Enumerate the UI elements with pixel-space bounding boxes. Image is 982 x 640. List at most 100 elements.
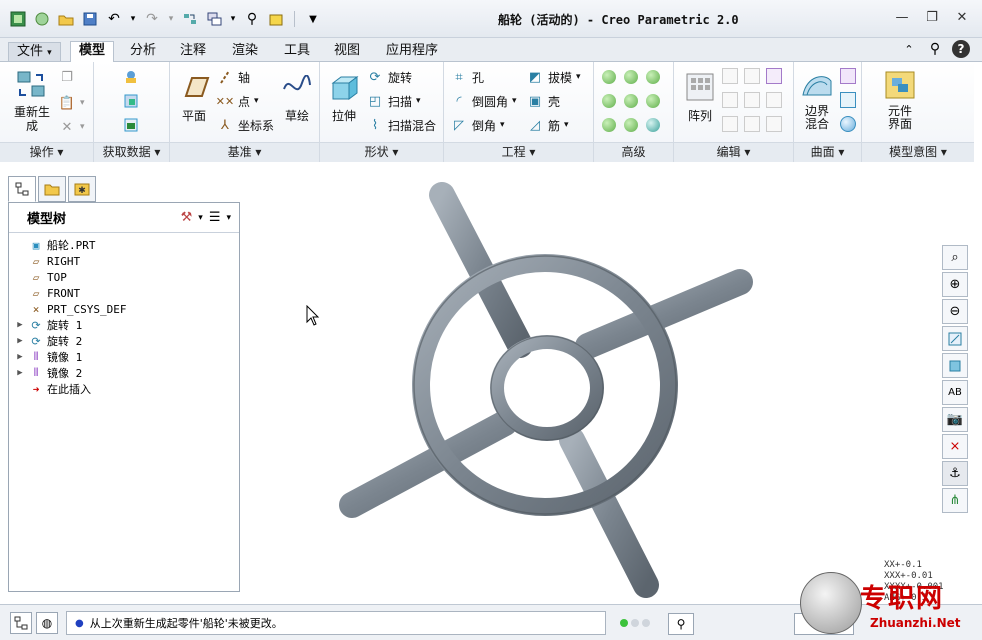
undo-icon[interactable]: ↶ bbox=[104, 9, 124, 29]
app-logo-icon[interactable] bbox=[8, 9, 28, 29]
save-icon[interactable] bbox=[80, 9, 100, 29]
delete-button[interactable]: ✕ ▾ bbox=[58, 118, 85, 136]
sweep-button[interactable]: ◰ 扫描 ▾ bbox=[366, 92, 421, 110]
fill-surface-icon[interactable] bbox=[840, 68, 856, 84]
shell-button[interactable]: ▣ 壳 bbox=[526, 92, 560, 110]
tree-settings-icon[interactable]: ⚒ bbox=[181, 210, 193, 225]
group-footer-engineering[interactable]: 工程 ▾ bbox=[444, 142, 593, 162]
tree-item[interactable]: ➜ 在此插入 bbox=[13, 381, 239, 397]
group-footer-surfaces[interactable]: 曲面 ▾ bbox=[794, 142, 861, 162]
advanced-feature-icon[interactable] bbox=[602, 70, 616, 84]
merge-icon[interactable] bbox=[722, 92, 738, 108]
tree-filter-dropdown-icon[interactable]: ▾ bbox=[226, 213, 231, 223]
find-icon[interactable]: ⚲ bbox=[668, 613, 694, 635]
mirror-icon[interactable] bbox=[722, 68, 738, 84]
revolve-button[interactable]: ⟳ 旋转 bbox=[366, 68, 412, 86]
group-footer-advanced[interactable]: 高级 bbox=[594, 142, 673, 162]
tree-item[interactable]: ▱ TOP bbox=[13, 269, 239, 285]
copy-geometry-button[interactable] bbox=[122, 92, 140, 110]
model-tree-tab-icon[interactable] bbox=[8, 176, 36, 202]
tab-tools[interactable]: 工具 bbox=[276, 42, 318, 62]
offset-icon[interactable] bbox=[744, 92, 760, 108]
point-button[interactable]: ✕✕ 点 ▾ bbox=[216, 92, 259, 110]
collapse-ribbon-icon[interactable]: ⌃ bbox=[900, 40, 918, 58]
tab-annotate[interactable]: 注释 bbox=[172, 42, 214, 62]
redo-dropdown-icon[interactable]: ▾ bbox=[166, 9, 176, 29]
advanced-feature-icon[interactable] bbox=[602, 94, 616, 108]
swept-blend-button[interactable]: ⌇ 扫描混合 bbox=[366, 116, 436, 134]
pattern-button[interactable]: 阵列 bbox=[680, 70, 720, 124]
freestyle-icon[interactable] bbox=[840, 116, 856, 132]
expand-arrow-icon[interactable]: ▶ bbox=[13, 320, 27, 330]
rib-button[interactable]: ◿ 筋 ▾ bbox=[526, 116, 569, 134]
thicken-icon[interactable] bbox=[766, 92, 782, 108]
sketch-button[interactable]: 草绘 bbox=[280, 70, 314, 124]
tree-item[interactable]: ▶ ⟳ 旋转 1 bbox=[13, 317, 239, 333]
tree-item[interactable]: ▶ ⫴ 镜像 1 bbox=[13, 349, 239, 365]
view-manager-icon[interactable]: 📷 bbox=[942, 407, 968, 432]
toroidal-bend-icon[interactable] bbox=[646, 118, 660, 132]
tab-render[interactable]: 渲染 bbox=[224, 42, 266, 62]
solidify-icon[interactable] bbox=[766, 116, 782, 132]
customize-toolbar-icon[interactable]: ▼ bbox=[303, 9, 323, 29]
boundary-blend-button[interactable]: 边界 混合 bbox=[798, 68, 836, 131]
group-footer-editing[interactable]: 编辑 ▾ bbox=[674, 142, 793, 162]
browser-icon[interactable]: ◍ bbox=[36, 612, 58, 634]
expand-arrow-icon[interactable]: ▶ bbox=[13, 368, 27, 378]
expand-arrow-icon[interactable]: ▶ bbox=[13, 352, 27, 362]
advanced-feature-icon[interactable] bbox=[624, 118, 638, 132]
close-icon[interactable]: ✕ bbox=[952, 8, 972, 26]
favorites-tab-icon[interactable]: ✱ bbox=[68, 176, 96, 202]
regenerate-icon[interactable] bbox=[180, 9, 200, 29]
tree-settings-dropdown-icon[interactable]: ▾ bbox=[198, 213, 203, 223]
graphics-area[interactable] bbox=[242, 164, 938, 602]
refit-icon[interactable]: ⌕ bbox=[942, 245, 968, 270]
tree-item[interactable]: ▱ RIGHT bbox=[13, 253, 239, 269]
minimize-icon[interactable]: — bbox=[892, 8, 912, 26]
maximize-icon[interactable]: ❐ bbox=[922, 8, 942, 26]
tree-filter-icon[interactable]: ☰ bbox=[209, 210, 221, 225]
windows-dropdown-icon[interactable]: ▾ bbox=[228, 9, 238, 29]
group-footer-get-data[interactable]: 获取数据 ▾ bbox=[94, 142, 169, 162]
axis-button[interactable]: 轴 bbox=[216, 68, 250, 86]
copy-button[interactable]: ❐ bbox=[58, 68, 76, 86]
project-icon[interactable] bbox=[766, 68, 782, 84]
group-footer-operations[interactable]: 操作 ▾ bbox=[0, 142, 93, 162]
toggle-navigator-icon[interactable] bbox=[10, 612, 32, 634]
chamfer-button[interactable]: ◸ 倒角 ▾ bbox=[450, 116, 505, 134]
style-surface-icon[interactable] bbox=[840, 92, 856, 108]
tree-item[interactable]: ▣ 船轮.PRT bbox=[13, 237, 239, 253]
advanced-feature-icon[interactable] bbox=[602, 118, 616, 132]
group-footer-datum[interactable]: 基准 ▾ bbox=[170, 142, 319, 162]
advanced-feature-icon[interactable] bbox=[646, 94, 660, 108]
spin-center-icon[interactable]: ⋔ bbox=[942, 488, 968, 513]
ship-wheel-model[interactable] bbox=[339, 182, 753, 598]
open-folder-icon[interactable] bbox=[56, 9, 76, 29]
shrinkwrap-button[interactable] bbox=[122, 116, 140, 134]
new-file-icon[interactable] bbox=[32, 9, 52, 29]
datum-display-icon[interactable]: ⨯ bbox=[942, 434, 968, 459]
search-icon[interactable]: ⚲ bbox=[926, 40, 944, 58]
repaint-icon[interactable] bbox=[942, 326, 968, 351]
regenerate-button[interactable]: 重新生 成 bbox=[10, 68, 54, 133]
tab-applications[interactable]: 应用程序 bbox=[378, 42, 446, 62]
zoom-out-icon[interactable]: ⊖ bbox=[942, 299, 968, 324]
help-icon[interactable]: ? bbox=[952, 40, 970, 58]
intersect-icon[interactable] bbox=[744, 116, 760, 132]
display-style-icon[interactable] bbox=[942, 353, 968, 378]
undo-dropdown-icon[interactable]: ▾ bbox=[128, 9, 138, 29]
extend-icon[interactable] bbox=[744, 68, 760, 84]
csys-button[interactable]: ⅄ 坐标系 bbox=[216, 116, 274, 134]
tree-item[interactable]: ▶ ⟳ 旋转 2 bbox=[13, 333, 239, 349]
tab-file[interactable]: 文件 ▾ bbox=[8, 42, 61, 62]
close-window-icon[interactable] bbox=[266, 9, 286, 29]
advanced-feature-icon[interactable] bbox=[624, 94, 638, 108]
expand-arrow-icon[interactable]: ▶ bbox=[13, 336, 27, 346]
extrude-button[interactable]: 拉伸 bbox=[326, 70, 362, 124]
tree-item[interactable]: ▶ ⫴ 镜像 2 bbox=[13, 365, 239, 381]
paste-button[interactable]: 📋 ▾ bbox=[58, 94, 85, 112]
group-footer-model-intent[interactable]: 模型意图 ▾ bbox=[862, 142, 974, 162]
advanced-feature-icon[interactable] bbox=[624, 70, 638, 84]
folder-browser-tab-icon[interactable] bbox=[38, 176, 66, 202]
user-defined-feature-button[interactable] bbox=[122, 68, 140, 86]
